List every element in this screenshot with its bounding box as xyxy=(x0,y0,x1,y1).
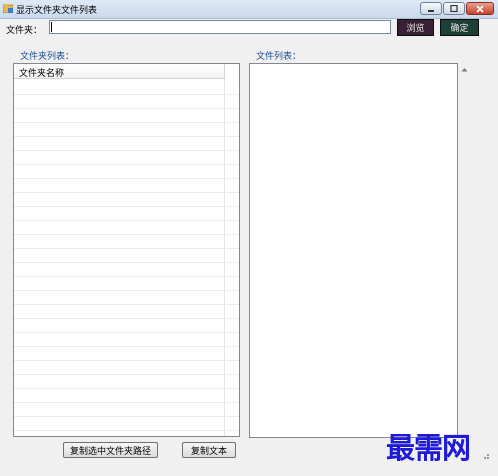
column-header-folder-name[interactable]: 文件夹名称 xyxy=(19,66,64,79)
maximize-button[interactable] xyxy=(443,2,465,15)
row-gridline xyxy=(14,346,239,347)
folder-label: 文件夹： xyxy=(6,26,43,36)
row-gridline xyxy=(14,150,239,151)
row-gridline xyxy=(14,430,239,431)
row-gridline xyxy=(14,178,239,179)
row-gridline xyxy=(14,360,239,361)
row-gridline xyxy=(14,192,239,193)
row-gridline xyxy=(14,290,239,291)
maximize-icon xyxy=(450,5,458,12)
row-gridline xyxy=(14,262,239,263)
close-button[interactable] xyxy=(466,2,494,15)
app-icon xyxy=(3,4,13,13)
resize-grip-icon[interactable] xyxy=(480,450,490,460)
row-gridline xyxy=(14,164,239,165)
row-gridline xyxy=(14,332,239,333)
folder-list-view[interactable]: 文件夹名称 xyxy=(13,63,240,437)
row-gridline xyxy=(14,94,239,95)
row-gridline xyxy=(14,402,239,403)
row-gridline xyxy=(14,234,239,235)
row-gridline xyxy=(14,206,239,207)
scroll-up-arrow-icon[interactable] xyxy=(461,67,468,72)
row-gridline xyxy=(14,416,239,417)
copy-text-button[interactable]: 复制文本 xyxy=(182,442,236,458)
folder-list-label: 文件夹列表： xyxy=(20,52,75,62)
row-gridline xyxy=(14,122,239,123)
list-header: 文件夹名称 xyxy=(14,64,224,79)
minimize-button[interactable] xyxy=(420,2,442,15)
row-gridline xyxy=(14,388,239,389)
row-gridline xyxy=(14,136,239,137)
close-icon xyxy=(476,4,484,13)
row-gridline xyxy=(14,108,239,109)
row-gridline xyxy=(14,248,239,249)
copy-folder-path-button[interactable]: 复制选中文件夹路径 xyxy=(63,442,158,458)
text-caret xyxy=(51,22,52,32)
confirm-button[interactable]: 确定 xyxy=(440,19,479,36)
column-divider xyxy=(224,79,225,436)
window-title: 显示文件夹文件列表 xyxy=(16,6,98,16)
file-list-textbox[interactable] xyxy=(249,63,458,438)
file-list-label: 文件列表： xyxy=(256,52,302,62)
folder-path-input[interactable] xyxy=(49,20,391,34)
minimize-icon xyxy=(428,9,434,12)
row-gridline xyxy=(14,318,239,319)
row-gridline xyxy=(14,304,239,305)
row-gridline xyxy=(14,374,239,375)
header-divider xyxy=(224,64,225,79)
row-gridline xyxy=(14,220,239,221)
watermark-logo: 最需网 xyxy=(386,431,471,465)
browse-button[interactable]: 浏览 xyxy=(397,19,434,36)
row-gridline xyxy=(14,276,239,277)
